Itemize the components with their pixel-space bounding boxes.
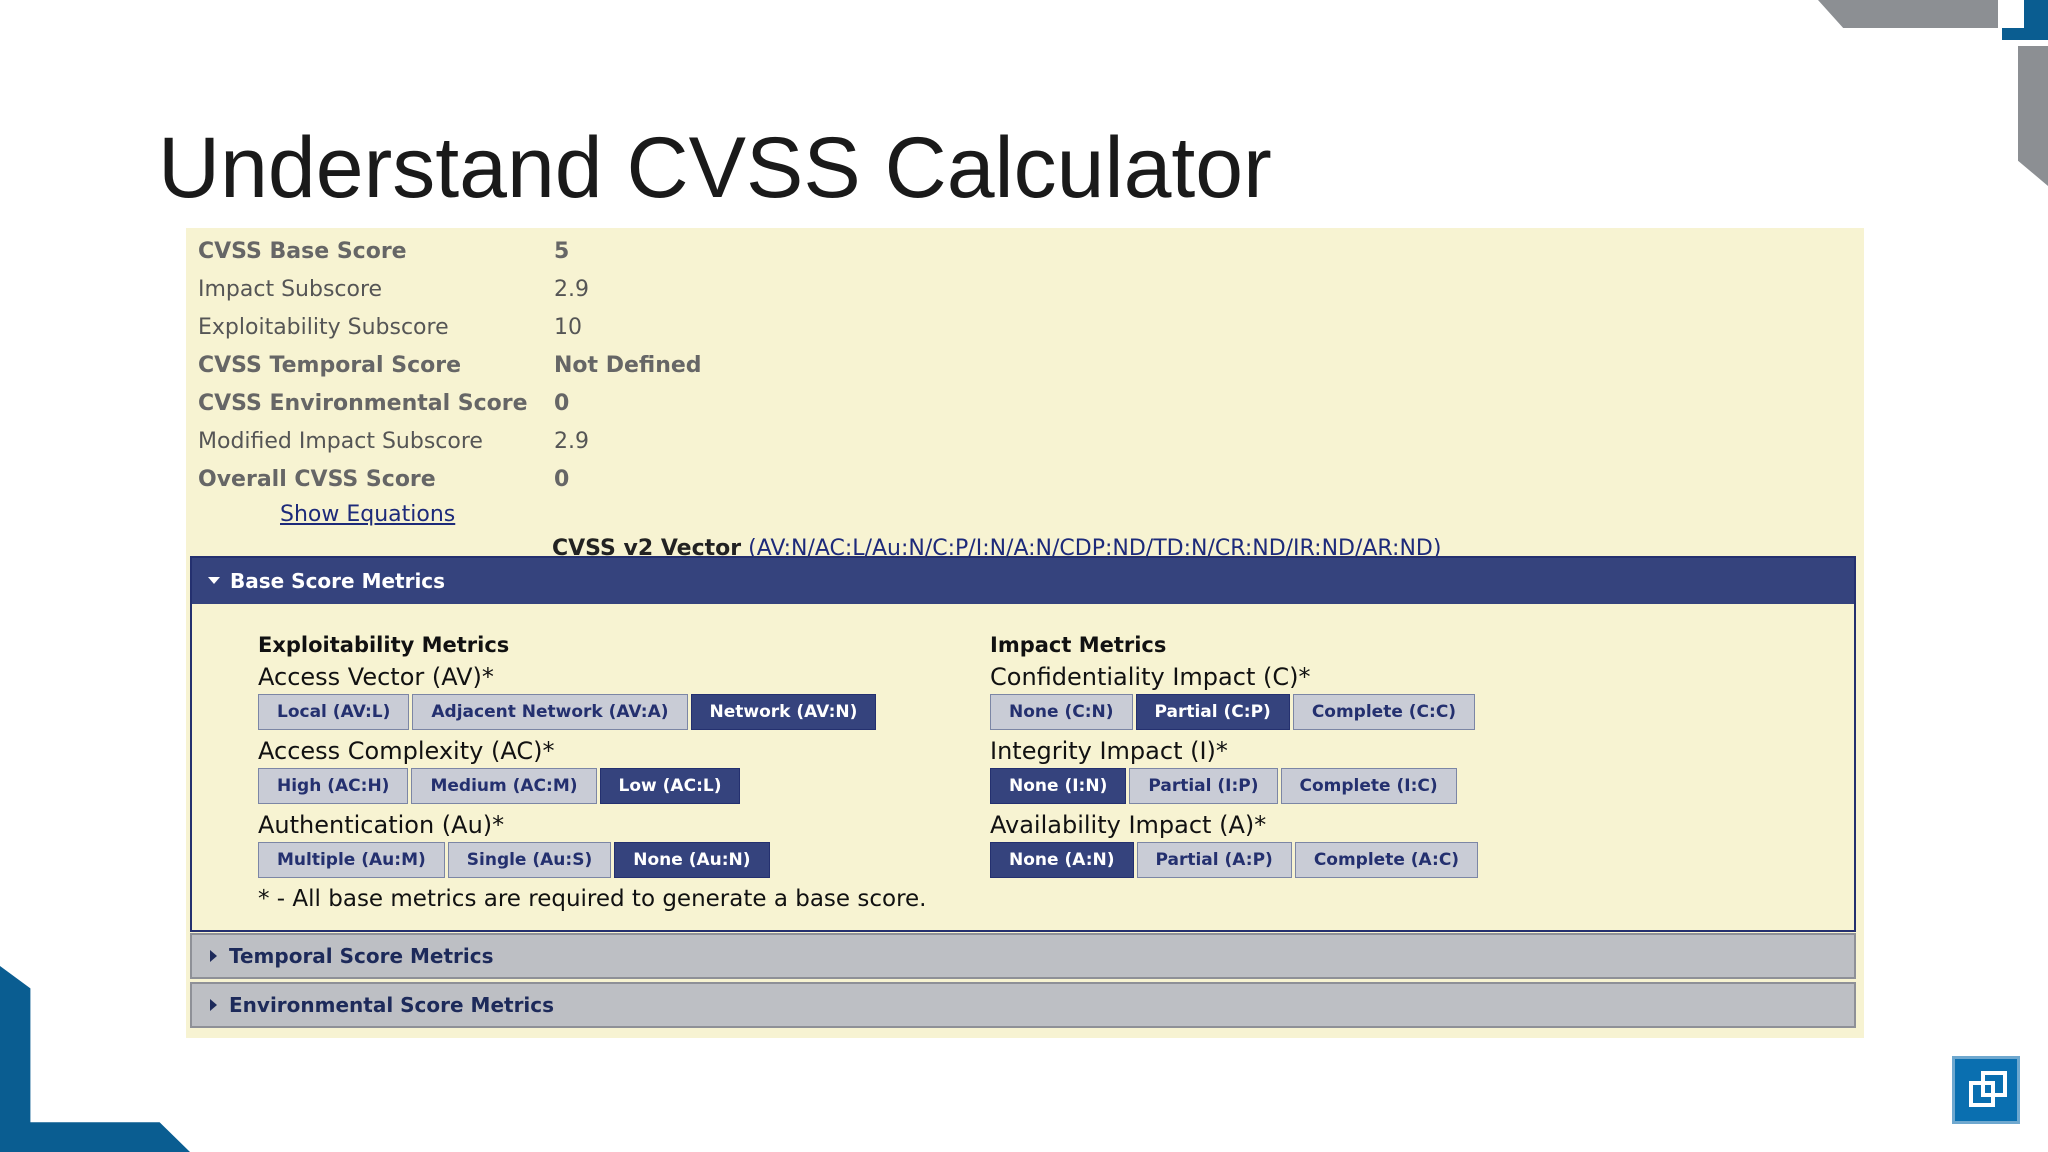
metric-option-button[interactable]: Medium (AC:M)	[411, 768, 597, 804]
score-label: CVSS Temporal Score	[198, 353, 461, 378]
metric-options: Local (AV:L) Adjacent Network (AV:A) Netwo…	[258, 694, 927, 730]
score-value: 10	[554, 315, 582, 340]
metric-options: Multiple (Au:M) Single (Au:S) None (Au:N)	[258, 842, 927, 878]
metric-label: Availability Impact (A)*	[990, 811, 1267, 839]
exploitability-title: Exploitability Metrics	[258, 633, 510, 657]
score-label: Overall CVSS Score	[198, 467, 436, 492]
section-title: Temporal Score Metrics	[229, 944, 494, 968]
metric-option-button[interactable]: Single (Au:S)	[447, 842, 612, 878]
corner-decoration-gray	[1818, 0, 1998, 28]
score-value: 2.9	[554, 429, 589, 454]
section-title: Environmental Score Metrics	[229, 993, 555, 1017]
environmental-score-metrics-header[interactable]: Environmental Score Metrics	[190, 982, 1856, 1028]
base-score-metrics-section: Base Score Metrics Exploitability Metric…	[190, 556, 1856, 932]
score-label: Impact Subscore	[198, 277, 383, 302]
corner-decoration-blue-bottom	[0, 966, 190, 1152]
cvss-calculator-screenshot: CVSS Base Score 5 Impact Subscore 2.9 Exploi…	[186, 228, 1864, 1038]
metric-option-button[interactable]: None (I:N)	[990, 768, 1127, 804]
corner-decoration-blue	[2002, 0, 2048, 40]
metric-label: Confidentiality Impact (C)*	[990, 663, 1311, 691]
metric-options: High (AC:H) Medium (AC:M) Low (AC:L)	[258, 768, 927, 804]
caret-right-icon	[210, 949, 217, 962]
metric-label: Access Vector (AV)*	[258, 663, 494, 691]
metric-label: Integrity Impact (I)*	[990, 737, 1228, 765]
metric-option-button[interactable]: High (AC:H)	[258, 768, 409, 804]
metric-option-button[interactable]: Complete (I:C)	[1280, 768, 1457, 804]
metric-options: None (A:N) Partial (A:P) Complete (A:C)	[990, 842, 1479, 878]
required-note: * - All base metrics are required to gen…	[258, 886, 927, 912]
show-equations-link[interactable]: Show Equations	[280, 498, 455, 532]
metric-option-button[interactable]: Complete (A:C)	[1294, 842, 1479, 878]
impact-metrics: Impact Metrics Confidentiality Impact (C…	[990, 630, 1479, 882]
section-title: Base Score Metrics	[230, 569, 446, 593]
side-decoration-gray	[2018, 46, 2048, 186]
score-label: Modified Impact Subscore	[198, 429, 483, 454]
metric-label: Access Complexity (AC)*	[258, 737, 555, 765]
metric-options: None (C:N) Partial (C:P) Complete (C:C)	[990, 694, 1478, 730]
metric-option-button[interactable]: None (C:N)	[990, 694, 1133, 730]
score-value: 0	[554, 467, 570, 492]
metric-option-button[interactable]: Partial (I:P)	[1129, 768, 1278, 804]
metric-option-button[interactable]: Local (AV:L)	[258, 694, 410, 730]
metric-options: None (I:N) Partial (I:P) Complete (I:C)	[990, 768, 1478, 804]
base-score-metrics-header[interactable]: Base Score Metrics	[192, 558, 1854, 604]
metric-option-button[interactable]: Low (AC:L)	[599, 768, 741, 804]
metric-option-button[interactable]: Network (AV:N)	[690, 694, 877, 730]
slide-title: Understand CVSS Calculator	[158, 120, 1272, 216]
caret-down-icon	[208, 577, 220, 584]
metric-option-button[interactable]: Adjacent Network (AV:A)	[412, 694, 688, 730]
score-value: 5	[554, 239, 570, 264]
logo-icon	[1952, 1056, 2020, 1124]
metric-option-button[interactable]: Partial (C:P)	[1135, 694, 1290, 730]
score-value: 0	[554, 391, 570, 416]
score-label: Exploitability Subscore	[198, 315, 449, 340]
metric-option-button[interactable]: Partial (A:P)	[1136, 842, 1292, 878]
metric-option-button[interactable]: None (Au:N)	[614, 842, 770, 878]
metric-option-button[interactable]: Complete (C:C)	[1292, 694, 1476, 730]
metric-label: Authentication (Au)*	[258, 811, 505, 839]
caret-right-icon	[210, 998, 217, 1011]
metric-option-button[interactable]: None (A:N)	[990, 842, 1134, 878]
score-value: 2.9	[554, 277, 589, 302]
temporal-score-metrics-header[interactable]: Temporal Score Metrics	[190, 933, 1856, 979]
impact-title: Impact Metrics	[990, 633, 1167, 657]
score-label: CVSS Base Score	[198, 239, 407, 264]
score-value: Not Defined	[554, 353, 702, 378]
score-label: CVSS Environmental Score	[198, 391, 528, 416]
metric-option-button[interactable]: Multiple (Au:M)	[258, 842, 445, 878]
exploitability-metrics: Exploitability Metrics Access Vector (AV…	[258, 630, 927, 916]
